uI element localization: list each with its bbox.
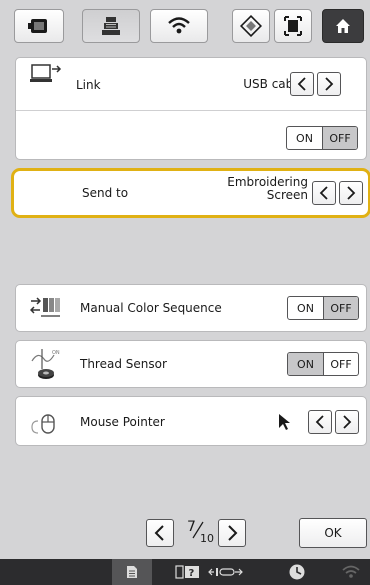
design-settings-button[interactable] — [232, 9, 270, 43]
diamond-icon — [240, 15, 262, 37]
manual-color-sequence-panel: Manual Color Sequence ON OFF — [15, 284, 367, 332]
timer-button[interactable] — [282, 559, 312, 585]
mouse-icon — [31, 414, 55, 434]
computer-link-icon — [30, 64, 62, 82]
send-to-setting-panel: Send to Embroidering Screen — [11, 168, 370, 218]
manual-color-sequence-on-option[interactable]: ON — [288, 297, 323, 319]
thread-sensor-off-option[interactable]: OFF — [323, 353, 358, 375]
presser-foot-icon — [208, 568, 243, 576]
mouse-pointer-label: Mouse Pointer — [80, 415, 165, 429]
send-to-label: Send to — [82, 186, 129, 200]
home-icon — [336, 19, 350, 33]
ok-button[interactable]: OK — [299, 518, 367, 548]
divider — [16, 110, 366, 111]
link-next-button[interactable] — [317, 72, 341, 96]
chevron-left-icon — [315, 415, 324, 429]
chevron-right-icon — [228, 525, 238, 541]
page-total: 10 — [200, 532, 214, 545]
chevron-left-icon — [297, 77, 306, 91]
status-bar: ? — [0, 559, 370, 585]
machine-settings-button[interactable] — [82, 9, 140, 43]
link-setting-panel: Link USB cable ON OFF — [15, 57, 367, 160]
link-on-off-toggle[interactable]: ON OFF — [286, 126, 358, 150]
chevron-right-icon — [347, 186, 356, 200]
chevron-left-icon — [154, 525, 164, 541]
manual-color-sequence-label: Manual Color Sequence — [80, 301, 222, 315]
wireless-settings-button[interactable] — [150, 9, 208, 43]
thread-sensor-toggle[interactable]: ON OFF — [287, 352, 359, 376]
frame-button[interactable] — [274, 9, 312, 43]
link-prev-button[interactable] — [290, 72, 314, 96]
settings-page-tab[interactable] — [112, 559, 152, 585]
svg-text:ON: ON — [52, 350, 60, 356]
link-label: Link — [76, 78, 101, 92]
mouse-pointer-prev-button[interactable] — [308, 410, 332, 434]
embroidery-mode-button[interactable] — [14, 9, 64, 43]
top-toolbar — [0, 0, 370, 48]
home-button[interactable] — [322, 9, 364, 43]
next-page-button[interactable] — [218, 519, 246, 547]
wifi-icon — [342, 565, 360, 578]
wireless-status — [336, 559, 366, 585]
send-to-prev-button[interactable] — [312, 181, 336, 205]
thread-sensor-label: Thread Sensor — [80, 357, 167, 371]
wifi-icon — [168, 17, 190, 34]
screen-icon — [28, 19, 47, 33]
mouse-pointer-next-button[interactable] — [335, 410, 359, 434]
presser-foot-button[interactable] — [206, 559, 246, 585]
svg-text:?: ? — [189, 568, 195, 579]
machine-icon — [102, 17, 120, 35]
chevron-right-icon — [325, 77, 334, 91]
chevron-left-icon — [319, 186, 328, 200]
pointer-arrow-icon — [279, 414, 290, 430]
help-icon: ? — [175, 565, 199, 579]
color-sequence-icon — [30, 297, 60, 317]
frame-icon — [284, 16, 302, 36]
clock-icon — [289, 564, 305, 580]
link-off-option[interactable]: OFF — [322, 127, 357, 149]
previous-page-button[interactable] — [146, 519, 174, 547]
send-to-value: Embroidering Screen — [227, 176, 308, 202]
send-to-value-line2: Screen — [266, 188, 308, 202]
document-icon — [127, 566, 137, 578]
thread-sensor-panel: ON Thread Sensor ON OFF — [15, 340, 367, 388]
thread-sensor-icon: ON — [31, 349, 60, 379]
thread-sensor-on-option[interactable]: ON — [288, 353, 323, 375]
chevron-right-icon — [343, 415, 352, 429]
manual-color-sequence-toggle[interactable]: ON OFF — [287, 296, 359, 320]
link-on-option[interactable]: ON — [287, 127, 322, 149]
send-to-next-button[interactable] — [339, 181, 363, 205]
manual-color-sequence-off-option[interactable]: OFF — [323, 297, 358, 319]
mouse-pointer-panel: Mouse Pointer — [15, 396, 367, 446]
help-button[interactable]: ? — [170, 559, 206, 585]
